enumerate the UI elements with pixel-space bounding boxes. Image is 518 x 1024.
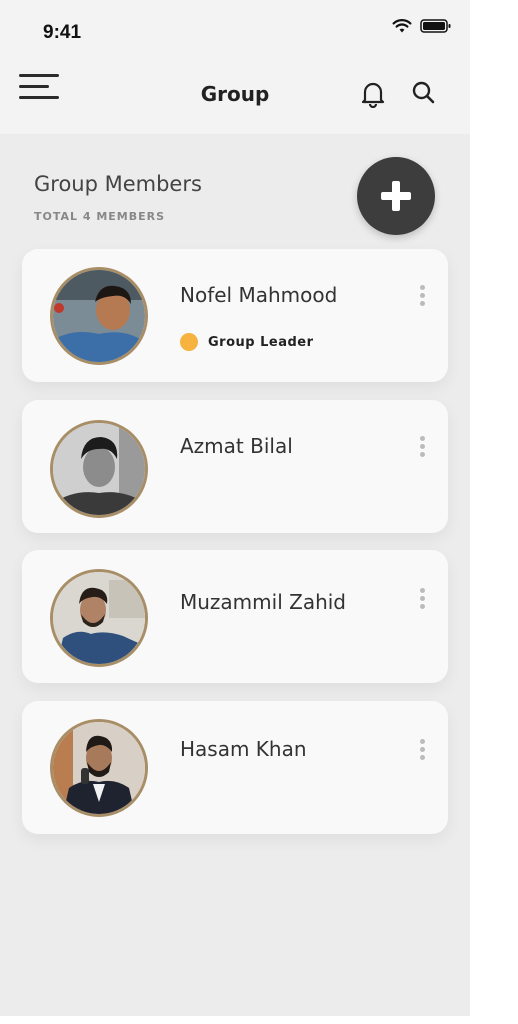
avatar xyxy=(50,719,148,817)
more-dot xyxy=(419,739,425,744)
more-dot xyxy=(419,444,425,449)
more-dot xyxy=(419,588,425,593)
member-name: Muzammil Zahid xyxy=(180,590,347,614)
avatar xyxy=(50,569,148,667)
more-dot xyxy=(419,436,425,441)
member-card[interactable]: Nofel Mahmood Group Leader xyxy=(22,249,448,382)
more-dot xyxy=(419,452,425,457)
member-card[interactable]: Azmat Bilal xyxy=(22,400,448,533)
more-dot xyxy=(419,604,425,609)
phone-screen: 9:41 Group Group Members TOTAL 4 MEMBERS… xyxy=(0,0,470,1016)
battery-icon xyxy=(420,18,452,38)
more-dot xyxy=(419,293,425,298)
search-icon xyxy=(412,81,435,104)
member-name: Azmat Bilal xyxy=(180,434,293,458)
avatar xyxy=(50,267,148,365)
more-dot xyxy=(419,301,425,306)
search-button[interactable] xyxy=(411,80,437,106)
more-dot xyxy=(419,285,425,290)
member-name: Nofel Mahmood xyxy=(180,283,338,307)
role-label: Group Leader xyxy=(208,334,314,350)
section-title: Group Members xyxy=(34,172,202,196)
more-dot xyxy=(419,747,425,752)
add-member-button[interactable] xyxy=(357,157,435,235)
bell-icon xyxy=(361,82,385,109)
member-card[interactable]: Muzammil Zahid xyxy=(22,550,448,683)
page-title: Group xyxy=(200,82,270,106)
more-dot xyxy=(419,596,425,601)
more-options-button[interactable] xyxy=(418,285,426,309)
role-dot xyxy=(180,333,198,351)
status-icons xyxy=(392,18,452,38)
more-options-button[interactable] xyxy=(418,739,426,763)
more-dot xyxy=(419,755,425,760)
menu-icon-line xyxy=(19,74,59,77)
member-role: Group Leader xyxy=(180,333,314,351)
more-options-button[interactable] xyxy=(418,436,426,460)
member-name: Hasam Khan xyxy=(180,737,307,761)
member-count: TOTAL 4 MEMBERS xyxy=(34,210,166,223)
notification-button[interactable] xyxy=(360,80,386,109)
wifi-icon xyxy=(392,18,412,38)
status-time: 9:41 xyxy=(43,22,82,43)
top-bar: 9:41 Group xyxy=(0,0,470,134)
more-options-button[interactable] xyxy=(418,588,426,612)
member-card[interactable]: Hasam Khan xyxy=(22,701,448,834)
avatar xyxy=(50,420,148,518)
